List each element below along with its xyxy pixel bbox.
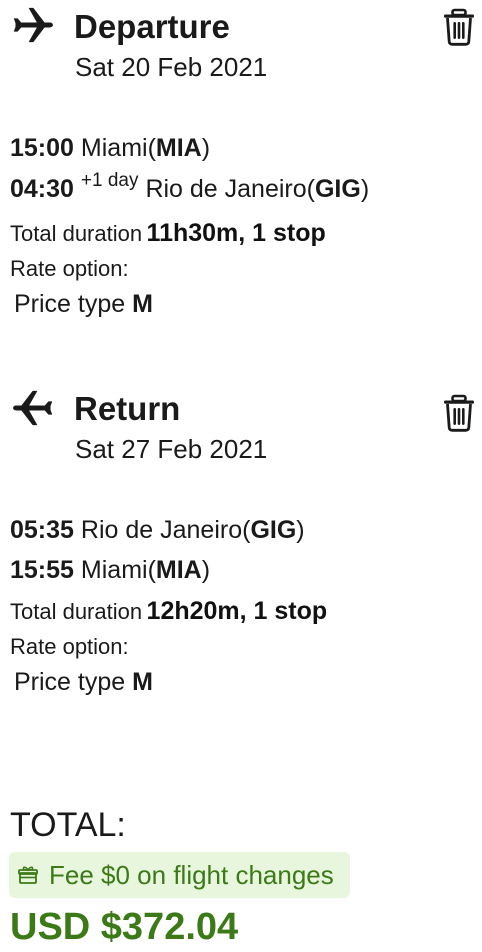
return-section: Return Sat 27 Feb 2021 05:35 Rio de Jane…	[0, 382, 482, 712]
duration-label: Total duration	[10, 221, 143, 246]
trash-icon	[442, 394, 476, 432]
return-price-type: Price type M	[14, 668, 153, 697]
duration-value: 11h30m, 1 stop	[146, 219, 326, 247]
gift-icon	[17, 864, 39, 886]
delete-departure-button[interactable]	[442, 8, 476, 46]
return-date: Sat 27 Feb 2021	[75, 434, 268, 464]
departure-leg-destination: 04:30 +1 day Rio de Janeiro(GIG)	[10, 170, 370, 203]
departure-date: Sat 20 Feb 2021	[75, 52, 268, 82]
price-type-value: M	[132, 290, 153, 318]
origin-city: Miami	[80, 134, 148, 162]
departure-duration: Total duration 11h30m, 1 stop	[10, 219, 326, 248]
return-leg-origin: 05:35 Rio de Janeiro(GIG)	[10, 516, 305, 544]
plane-return-icon	[12, 387, 54, 429]
departure-time: 15:00	[10, 134, 74, 162]
origin-code: MIA	[155, 134, 202, 162]
rate-option-label: Rate option:	[10, 634, 129, 659]
total-price: USD $372.04	[10, 906, 239, 948]
trash-icon	[442, 8, 476, 46]
duration-value: 12h20m, 1 stop	[146, 597, 328, 625]
price-type-value: M	[132, 668, 153, 696]
plane-departure-icon	[12, 4, 54, 46]
departure-section: Departure Sat 20 Feb 2021 15:00 Miami(MI…	[0, 0, 482, 360]
day-offset-label: +1 day	[80, 170, 139, 191]
departure-time: 05:35	[10, 516, 74, 544]
destination-city: Rio de Janeiro	[145, 175, 307, 203]
price-type-label: Price type	[14, 668, 126, 696]
return-title: Return	[74, 390, 181, 427]
destination-city: Miami	[80, 556, 148, 584]
destination-code: MIA	[155, 556, 202, 584]
arrival-time: 04:30	[10, 175, 74, 203]
fee-badge: Fee $0 on flight changes	[9, 852, 350, 898]
departure-leg-origin: 15:00 Miami(MIA)	[10, 134, 211, 162]
total-label: TOTAL:	[10, 806, 126, 844]
return-duration: Total duration 12h20m, 1 stop	[10, 597, 327, 626]
delete-return-button[interactable]	[442, 394, 476, 432]
duration-label: Total duration	[10, 599, 143, 624]
arrival-time: 15:55	[10, 556, 74, 584]
rate-option-label: Rate option:	[10, 256, 129, 281]
fee-text: Fee $0 on flight changes	[49, 860, 334, 890]
origin-city: Rio de Janeiro	[80, 516, 243, 544]
return-leg-destination: 15:55 Miami(MIA)	[10, 556, 211, 584]
departure-title: Departure	[74, 8, 230, 45]
price-type-label: Price type	[14, 290, 126, 318]
destination-code: GIG	[314, 175, 361, 203]
departure-price-type: Price type M	[14, 290, 153, 319]
origin-code: GIG	[250, 516, 297, 544]
